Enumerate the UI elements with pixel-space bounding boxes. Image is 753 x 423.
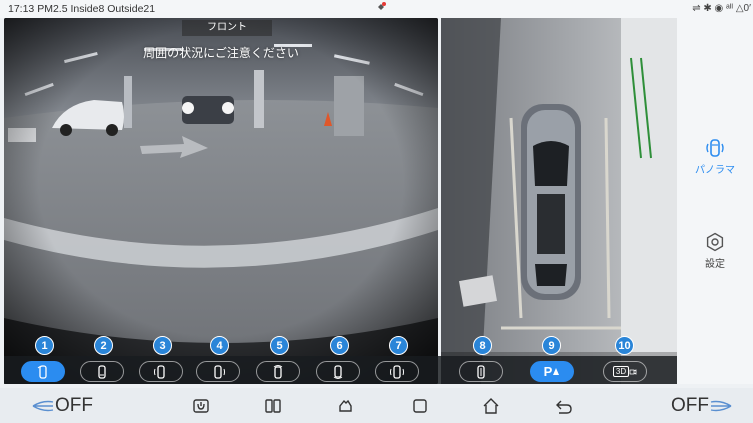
camera-button-topdown[interactable] bbox=[459, 361, 503, 382]
auto-parking-button[interactable]: P bbox=[530, 361, 574, 382]
status-left: 17:13 PM2.5 Inside8 Outside21 bbox=[8, 3, 155, 15]
camera-button-rear[interactable] bbox=[80, 361, 124, 382]
left-fan-status: OFF bbox=[55, 394, 93, 416]
camera-number-badge: 7 bbox=[389, 336, 408, 355]
car-left-camera-icon bbox=[154, 364, 165, 379]
camera-button-front-wide[interactable] bbox=[256, 361, 300, 382]
screen: 17:13 PM2.5 Inside8 Outside21 ⇌ ✱ ◉ ᵃᴵᴵ … bbox=[0, 0, 753, 423]
recent-apps-button[interactable] bbox=[405, 388, 435, 423]
split-screen-icon bbox=[265, 398, 281, 413]
front-camera-image bbox=[4, 18, 438, 384]
left-airflow-icon bbox=[32, 400, 54, 411]
front-camera-view[interactable]: フロント 周囲の状況にご注意ください bbox=[4, 18, 438, 384]
status-icons: ⇌ ✱ ◉ ᵃᴵᴵ △0′ bbox=[692, 3, 751, 14]
camera-number-badge: 8 bbox=[473, 336, 492, 355]
power-timer-button[interactable] bbox=[186, 388, 216, 423]
right-fan-status: OFF bbox=[671, 394, 709, 416]
car-right-camera-icon bbox=[214, 364, 225, 379]
car-rear-camera-icon bbox=[98, 364, 106, 379]
square-icon bbox=[413, 398, 427, 413]
panorama-label: パノラマ bbox=[695, 165, 735, 176]
back-arrow-icon bbox=[556, 400, 572, 414]
settings-label: 設定 bbox=[705, 259, 725, 270]
parking-p-label: P bbox=[543, 364, 553, 379]
car-rear-wide-camera-icon bbox=[333, 364, 343, 379]
front-view-title: フロント bbox=[182, 20, 272, 36]
right-airflow-icon bbox=[710, 400, 732, 411]
split-screen-button[interactable] bbox=[258, 388, 288, 423]
car-front-camera-icon bbox=[37, 364, 47, 379]
camera-number-badge: 6 bbox=[330, 336, 349, 355]
status-time: 17:13 bbox=[8, 3, 35, 15]
panorama-mode-button[interactable]: パノラマ bbox=[677, 138, 753, 176]
status-bar: 17:13 PM2.5 Inside8 Outside21 ⇌ ✱ ◉ ᵃᴵᴵ … bbox=[0, 0, 753, 18]
settings-button[interactable]: 設定 bbox=[677, 232, 753, 270]
right-fan-button[interactable]: OFF bbox=[662, 388, 742, 423]
parking-assist-icon bbox=[553, 367, 560, 375]
camera-number-badge: 1 bbox=[35, 336, 54, 355]
left-fan-button[interactable]: OFF bbox=[22, 388, 102, 423]
quick-action-button[interactable] bbox=[330, 388, 360, 423]
camera-button-left[interactable] bbox=[139, 361, 183, 382]
car-top-camera-icon bbox=[477, 364, 485, 379]
camera-button-both-sides[interactable] bbox=[375, 361, 419, 382]
camera-number-badge: 9 bbox=[542, 336, 561, 355]
notification-icon[interactable] bbox=[376, 2, 386, 12]
camera-button-front[interactable] bbox=[21, 361, 65, 382]
home-icon bbox=[483, 397, 499, 414]
camera-button-rear-wide[interactable] bbox=[316, 361, 360, 382]
camera-number-badge: 5 bbox=[270, 336, 289, 355]
panorama-car-icon bbox=[706, 139, 724, 157]
home-button[interactable] bbox=[476, 388, 506, 423]
bottom-nav-bar: OFF OFF bbox=[0, 388, 753, 423]
top-down-camera-view[interactable] bbox=[441, 18, 677, 384]
status-info: PM2.5 Inside8 Outside21 bbox=[37, 3, 156, 15]
camera-button-right[interactable] bbox=[196, 361, 240, 382]
power-icon bbox=[193, 398, 209, 413]
camera-icon bbox=[629, 368, 637, 375]
hand-icon bbox=[339, 399, 352, 412]
top-down-image bbox=[441, 18, 677, 384]
right-panel: パノラマ 設定 bbox=[677, 18, 753, 384]
camera-number-badge: 2 bbox=[94, 336, 113, 355]
car-both-sides-camera-icon bbox=[390, 364, 404, 379]
view-3d-button[interactable]: 3D bbox=[603, 361, 647, 382]
back-button[interactable] bbox=[549, 388, 579, 423]
car-front-wide-camera-icon bbox=[273, 364, 283, 379]
3d-label: 3D bbox=[612, 366, 630, 377]
camera-number-badge: 10 bbox=[615, 336, 634, 355]
camera-number-badge: 3 bbox=[153, 336, 172, 355]
camera-number-badge: 4 bbox=[210, 336, 229, 355]
front-view-warning: 周囲の状況にご注意ください bbox=[143, 46, 299, 60]
settings-icon bbox=[706, 232, 724, 252]
own-car-graphic bbox=[521, 104, 581, 300]
